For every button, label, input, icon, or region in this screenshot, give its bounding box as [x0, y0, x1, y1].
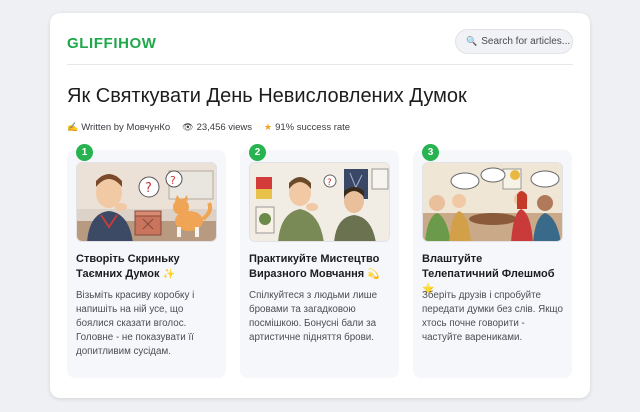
- success-info: ★ 91% success rate: [264, 122, 350, 133]
- dizzy-icon: 💫: [367, 269, 380, 280]
- step-description: Візьміть красиву коробку і напишіть на н…: [76, 290, 195, 357]
- search-input[interactable]: 🔍 Search for articles...: [455, 29, 573, 54]
- success-text: 91% success rate: [275, 122, 351, 133]
- views-info: 👁 23,456 views: [182, 122, 252, 133]
- site-header: GLIFFIHOW 🔍 Search for articles...: [67, 27, 573, 65]
- steps-list: 1 ? ? Створіть Скриньку Таємних Думок ✨ …: [67, 144, 572, 378]
- step-title: Створіть Скриньку Таємних Думок ✨: [76, 252, 216, 282]
- step-number-badge: 2: [249, 144, 266, 161]
- search-placeholder: Search for articles...: [481, 36, 571, 47]
- svg-text:?: ?: [145, 181, 152, 196]
- eye-icon: 👁: [182, 122, 194, 132]
- site-logo[interactable]: GLIFFIHOW: [67, 35, 157, 52]
- step-illustration: [422, 162, 563, 242]
- pencil-icon: ✍️: [67, 122, 79, 132]
- step-number-badge: 3: [422, 144, 439, 161]
- step-title-text: Влаштуйте Телепатичний Флешмоб: [422, 253, 555, 280]
- step-number-badge: 1: [76, 144, 93, 161]
- sparkles-icon: ✨: [162, 269, 176, 280]
- search-icon: 🔍: [466, 36, 478, 46]
- step-card: 2 ? Практикуйте Мистецтво Виразного Мовч…: [240, 144, 399, 378]
- step-description: Спілкуйтеся з людьми лише бровами та заг…: [249, 290, 378, 343]
- svg-text:?: ?: [327, 178, 332, 188]
- views-text: 23,456 views: [196, 122, 253, 133]
- author-text: Written by МовчунКо: [81, 122, 171, 133]
- step-title-text: Практикуйте Мистецтво Виразного Мовчання: [249, 253, 380, 280]
- step-illustration: ?: [249, 162, 390, 242]
- step-title: Практикуйте Мистецтво Виразного Мовчання…: [249, 252, 389, 282]
- step-card: 1 ? ? Створіть Скриньку Таємних Думок ✨ …: [67, 144, 226, 378]
- article-card: GLIFFIHOW 🔍 Search for articles... Як Св…: [50, 13, 590, 398]
- author-info: ✍️ Written by МовчунКо: [67, 122, 170, 133]
- page-title: Як Святкувати День Невисловлених Думок: [67, 85, 467, 107]
- step-card: 3 Влаштуйте Телепатичний Флешмоб ⭐ Збері…: [413, 144, 572, 378]
- star-icon: ★: [264, 122, 273, 132]
- step-illustration: ? ?: [76, 162, 217, 242]
- step-description: Зберіть друзів і спробуйте передати думк…: [422, 290, 563, 343]
- article-meta: ✍️ Written by МовчунКо 👁 23,456 views ★ 91%…: [67, 122, 350, 133]
- svg-text:?: ?: [170, 174, 176, 187]
